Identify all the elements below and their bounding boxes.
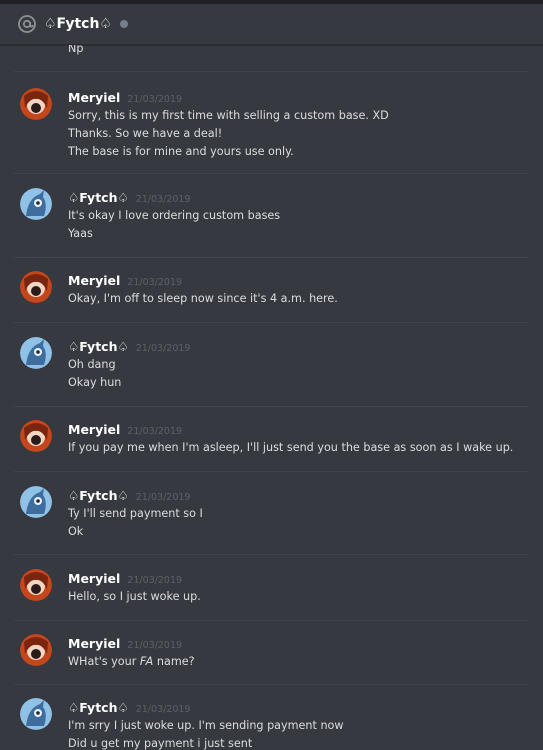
- channel-name[interactable]: ♤Fytch♤: [44, 16, 112, 32]
- author-line: ♤Fytch♤ 21/03/2019: [68, 488, 190, 503]
- message-line: I'm srry I just woke up. I'm sending pay…: [68, 719, 344, 732]
- author-name[interactable]: Meryiel: [68, 571, 120, 586]
- message-line: Np: [68, 45, 84, 55]
- author-line: Meryiel 21/03/2019: [68, 571, 182, 586]
- message-line: Oh dang: [68, 358, 116, 371]
- timestamp: 21/03/2019: [135, 704, 191, 715]
- avatar-meryiel[interactable]: [20, 634, 52, 666]
- message-line: Yaas: [68, 227, 93, 240]
- timestamp: 21/03/2019: [127, 94, 183, 105]
- avatar-fytch[interactable]: [20, 486, 52, 518]
- message-line: Ok: [68, 525, 84, 538]
- avatar-meryiel[interactable]: [20, 88, 52, 120]
- avatar-fytch[interactable]: [20, 188, 52, 220]
- timestamp: 21/03/2019: [135, 194, 191, 205]
- timestamp: 21/03/2019: [135, 492, 191, 503]
- author-name[interactable]: ♤Fytch♤: [68, 700, 129, 715]
- author-name[interactable]: Meryiel: [68, 90, 120, 105]
- message-divider: [14, 684, 529, 685]
- at-sign-icon: [16, 13, 38, 35]
- message-line: Okay, I'm off to sleep now since it's 4 …: [68, 292, 338, 305]
- message-text: WHat's your: [68, 655, 137, 668]
- author-name[interactable]: Meryiel: [68, 273, 120, 288]
- message-line: Thanks. So we have a deal!: [68, 127, 223, 140]
- message-line: If you pay me when I'm asleep, I'll just…: [68, 441, 514, 454]
- status-idle-icon: [119, 20, 128, 28]
- message-line: WHat's your FA name?: [68, 655, 195, 668]
- avatar-meryiel[interactable]: [20, 271, 52, 303]
- message-divider: [14, 554, 529, 555]
- message-line: The base is for mine and yours use only.: [68, 145, 294, 158]
- message-line: Did u get my payment i just sent: [68, 737, 253, 750]
- author-line: Meryiel 21/03/2019: [68, 422, 182, 437]
- avatar-meryiel[interactable]: [20, 569, 52, 601]
- message-divider: [14, 471, 529, 472]
- avatar-fytch[interactable]: [20, 337, 52, 369]
- author-name[interactable]: Meryiel: [68, 636, 120, 651]
- message-line: Okay hun: [68, 376, 122, 389]
- author-line: Meryiel 21/03/2019: [68, 90, 182, 105]
- author-name[interactable]: ♤Fytch♤: [68, 339, 129, 354]
- timestamp: 21/03/2019: [135, 343, 191, 354]
- message-line: Ty I'll send payment so I: [68, 507, 203, 520]
- message-line: Sorry, this is my first time with sellin…: [68, 109, 389, 122]
- message-list[interactable]: Np Meryiel 21/03/2019 Sorry, this is my …: [0, 45, 543, 750]
- author-name[interactable]: Meryiel: [68, 422, 120, 437]
- message-line: It's okay I love ordering custom bases: [68, 209, 281, 222]
- message-text: name?: [156, 655, 195, 668]
- author-line: ♤Fytch♤ 21/03/2019: [68, 190, 190, 205]
- message-divider: [14, 620, 529, 621]
- message-line: Hello, so I just woke up.: [68, 590, 201, 603]
- timestamp: 21/03/2019: [127, 640, 183, 651]
- timestamp: 21/03/2019: [127, 426, 183, 437]
- author-name[interactable]: ♤Fytch♤: [68, 488, 129, 503]
- message-divider: [14, 71, 529, 72]
- timestamp: 21/03/2019: [127, 277, 183, 288]
- author-name[interactable]: ♤Fytch♤: [68, 190, 129, 205]
- timestamp: 21/03/2019: [127, 575, 183, 586]
- author-line: ♤Fytch♤ 21/03/2019: [68, 339, 190, 354]
- channel-header: ♤Fytch♤: [0, 0, 543, 45]
- author-line: Meryiel 21/03/2019: [68, 273, 182, 288]
- avatar-fytch[interactable]: [20, 698, 52, 730]
- message-divider: [14, 322, 529, 323]
- author-line: Meryiel 21/03/2019: [68, 636, 182, 651]
- message-divider: [14, 173, 529, 174]
- author-line: ♤Fytch♤ 21/03/2019: [68, 700, 190, 715]
- avatar-meryiel[interactable]: [20, 420, 52, 452]
- message-text-italic: FA: [139, 655, 154, 668]
- message-divider: [14, 257, 529, 258]
- message-divider: [14, 406, 529, 407]
